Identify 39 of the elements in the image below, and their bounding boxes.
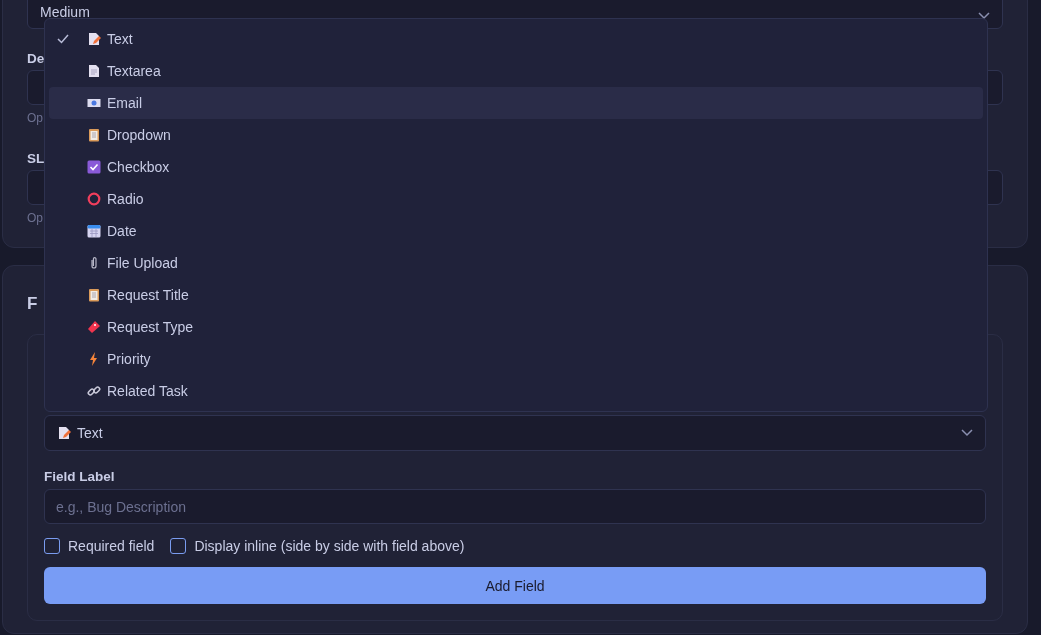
envelope-icon [87,96,101,110]
menu-item[interactable]: Priority [49,343,983,375]
add-field-button[interactable]: Add Field [44,567,986,604]
input-field[interactable]: e.g., Bug Description [44,489,986,524]
menu-item[interactable]: Date [49,215,983,247]
ticket-icon [87,320,101,334]
section-heading: F [27,294,38,314]
checkbox-option[interactable]: Display inline (side by side with field above) [170,538,465,554]
chevron-down-icon [978,12,990,20]
field-label: SL [27,151,45,166]
menu-item[interactable]: Radio [49,183,983,215]
checkbox-option[interactable]: Required field [44,538,155,554]
menu-item[interactable]: Checkbox [49,151,983,183]
field-hint: Op [27,211,43,225]
page-pencil-icon [87,32,101,46]
checkbox[interactable] [44,538,60,554]
link-icon [87,384,101,398]
checkbox[interactable] [170,538,187,554]
ring-icon [87,192,101,206]
menu-item[interactable]: Request Type [49,311,983,343]
calendar-icon [87,224,101,238]
menu-item[interactable]: Dropdown [49,119,983,151]
checkbox-icon [87,160,101,174]
menu-item[interactable]: Request Title [49,279,983,311]
chevron-down-icon [961,429,973,437]
menu-item[interactable]: Textarea [49,55,983,87]
field-label: De [27,51,45,66]
page-pencil-icon [57,426,71,440]
type-select[interactable]: Text [44,415,986,451]
field-hint: Op [27,111,43,125]
clipboard-icon [87,288,101,302]
menu-item[interactable]: File Upload [49,247,983,279]
menu-item[interactable]: Email [49,87,983,119]
field-label: Field Label [44,469,115,484]
select-value: Medium [40,4,90,20]
menu-item[interactable]: Related Task [49,375,983,407]
clipboard-icon [87,128,101,142]
select-value: Text [77,425,103,441]
page-icon [87,64,101,78]
